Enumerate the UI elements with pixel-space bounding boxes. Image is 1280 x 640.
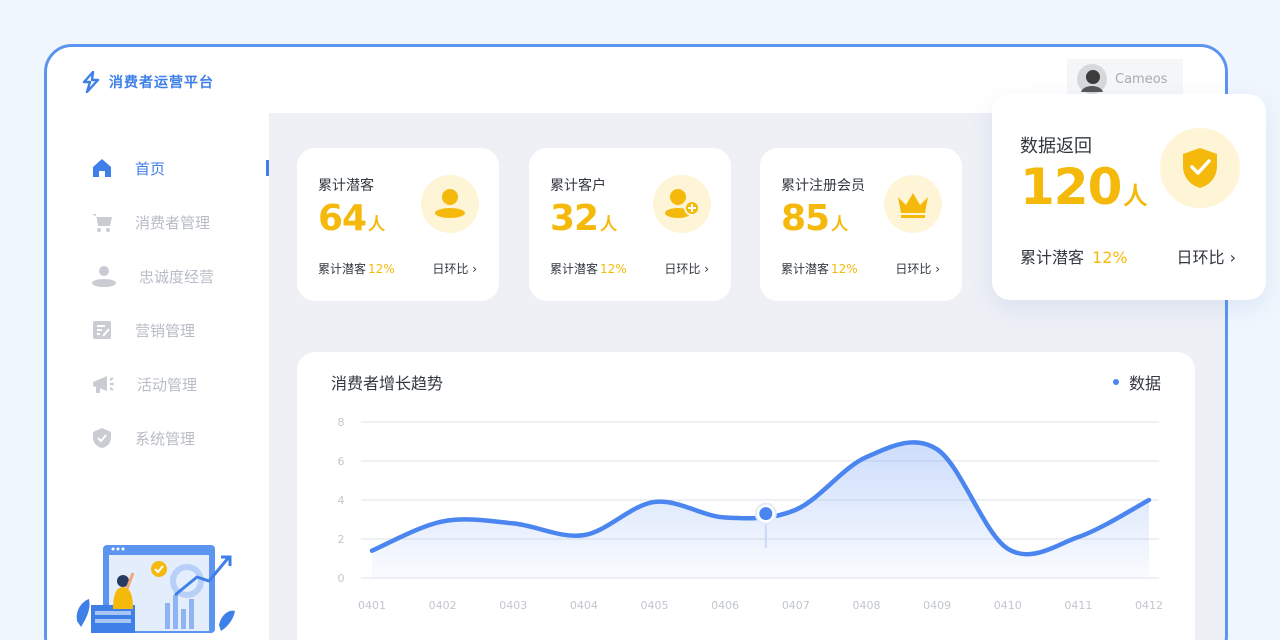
sidebar-item-activities[interactable]: 活动管理 [91,373,197,395]
x-tick-label: 0401 [358,599,386,612]
sidebar-item-home[interactable]: 首页 [91,157,165,179]
sidebar-item-label: 消费者管理 [135,213,211,232]
x-tick-label: 0407 [782,599,810,612]
card-footer: 累计潜客 12% [781,260,858,277]
card-footer: 累计潜客 12% [318,260,395,277]
card-icon-badge [1160,128,1240,208]
card-footer-label: 累计潜客 [318,262,367,276]
crown-icon [898,193,928,218]
logo-icon [82,71,100,93]
sidebar-item-consumers[interactable]: 消费者管理 [91,211,210,233]
card-title: 累计潜客 [318,178,374,194]
sidebar-item-loyalty[interactable]: 忠诚度经营 [91,265,214,287]
y-tick-label: 8 [338,416,345,429]
stat-card-customers: 累计客户 32 人 累计潜客 12% 日环比 › [529,148,731,301]
card-value-number: 85 [781,198,830,239]
day-over-day-link[interactable]: 日环比 › [1177,244,1237,268]
card-value-unit: 人 [600,215,617,235]
avatar [1077,64,1107,94]
sidebar-item-marketing[interactable]: 营销管理 [91,319,195,341]
sidebar-item-label: 营销管理 [135,321,196,340]
home-icon [93,159,111,177]
x-tick-label: 0403 [499,599,527,612]
shield-check-icon [1183,148,1217,188]
sidebar-item-label: 活动管理 [137,375,198,394]
card-value: 32 人 [550,198,617,239]
trend-chart: 0 2 4 6 8 0401 0402 0403 0404 0405 0406 0407 0408 040… [338,416,1164,612]
sidebar-item-label: 系统管理 [135,429,196,448]
card-footer-percent: 12% [831,262,858,276]
user-icon [92,266,116,287]
day-over-day-link[interactable]: 日环比 › [895,260,940,277]
cart-icon [92,214,112,232]
card-title: 累计客户 [550,178,606,194]
x-tick-label: 0411 [1064,599,1092,612]
x-tick-label: 0412 [1135,599,1163,612]
active-indicator [266,160,269,176]
card-value-unit: 人 [368,215,385,235]
x-tick-label: 0408 [852,599,880,612]
user-name: Cameos [1115,71,1168,87]
card-footer: 累计潜客 12% [550,260,627,277]
card-footer-percent: 12% [1092,248,1128,267]
user-menu[interactable]: Cameos [1067,59,1183,99]
day-over-day-link[interactable]: 日环比 › [664,260,709,277]
card-value: 64 人 [318,198,385,239]
add-user-icon [665,189,700,218]
sidebar-item-label: 忠诚度经营 [139,267,215,286]
x-tick-label: 0410 [994,599,1022,612]
card-footer: 累计潜客 12% [1020,244,1128,268]
brand: 消费者运营平台 [81,71,214,93]
stat-card-potential: 累计潜客 64 人 累计潜客 12% 日环比 › [297,148,499,301]
user-icon [435,189,465,218]
x-tick-label: 0409 [923,599,951,612]
y-tick-label: 4 [338,494,345,507]
card-icon-badge [653,175,711,233]
card-footer-label: 累计潜客 [550,262,599,276]
card-footer-label: 累计潜客 [1020,248,1085,267]
sidebar: 消费者运营平台 首页 消费者管理 忠诚度经营 营销管理 活动管理 系统管理 [47,47,269,640]
x-tick-label: 0406 [711,599,739,612]
shield-icon [93,428,111,448]
card-footer-percent: 12% [368,262,395,276]
card-value-unit: 人 [831,215,848,235]
day-over-day-link[interactable]: 日环比 › [432,260,477,277]
card-icon-badge [884,175,942,233]
megaphone-icon [93,376,114,393]
card-value: 120人 [1020,158,1147,216]
data-return-card: 数据返回 120人 累计潜客 12% 日环比 › [992,94,1266,300]
card-value: 85 人 [781,198,848,239]
stat-card-members: 累计注册会员 85 人 累计潜客 12% 日环比 › [760,148,962,301]
sidebar-item-label: 首页 [135,159,166,178]
dashboard-illustration [76,545,235,633]
trend-chart-card: 消费者增长趋势 数据 0 2 4 6 8 0401 0402 0403 0404 0405 0406… [297,352,1195,640]
y-tick-label: 2 [338,533,345,546]
hover-marker [759,507,773,521]
card-icon-badge [421,175,479,233]
card-title: 累计注册会员 [781,178,865,194]
card-value-number: 32 [550,198,599,239]
x-tick-label: 0402 [429,599,457,612]
card-footer-percent: 12% [600,262,627,276]
card-footer-label: 累计潜客 [781,262,830,276]
card-value-number: 64 [318,198,367,239]
edit-document-icon [93,321,111,339]
sidebar-item-system[interactable]: 系统管理 [91,427,195,449]
card-value-number: 120 [1020,158,1122,216]
x-tick-label: 0405 [641,599,669,612]
app-title: 消费者运营平台 [109,75,214,91]
y-tick-label: 6 [338,455,345,468]
x-tick-label: 0404 [570,599,598,612]
card-title: 数据返回 [1020,136,1092,157]
y-tick-label: 0 [338,572,345,585]
card-value-unit: 人 [1123,182,1147,210]
